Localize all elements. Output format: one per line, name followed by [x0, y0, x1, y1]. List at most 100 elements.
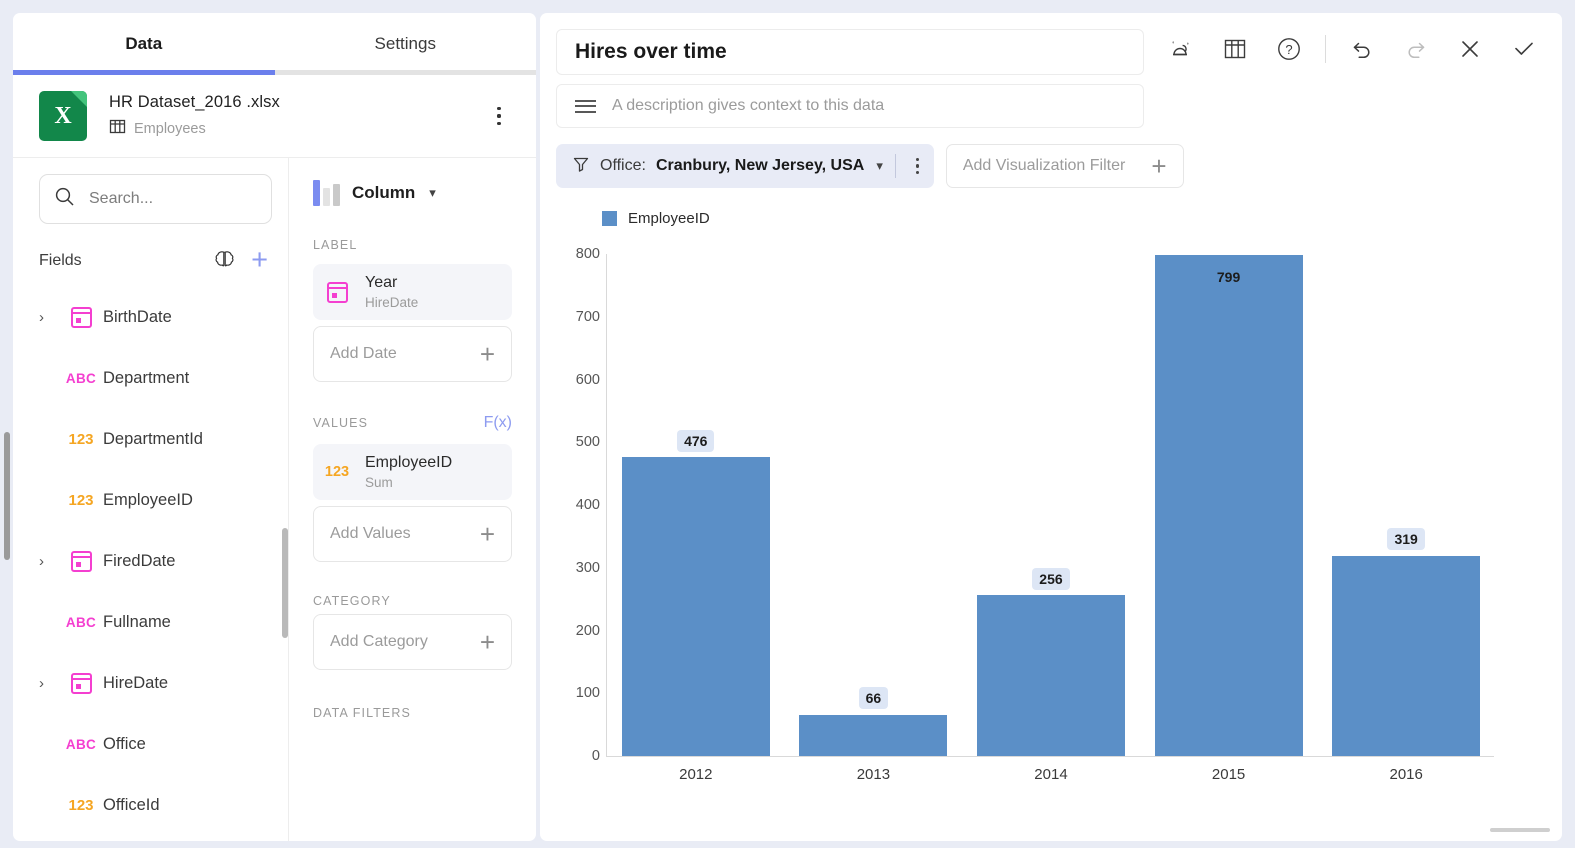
- y-tick: 600: [575, 371, 600, 388]
- dataset-sheet-name: Employees: [134, 120, 206, 137]
- undo-icon[interactable]: [1340, 27, 1384, 71]
- data-filters-section-title: DATA FILTERS: [313, 706, 411, 720]
- redo-icon[interactable]: [1394, 27, 1438, 71]
- number-type-icon: 123: [324, 464, 350, 480]
- values-field-chip[interactable]: 123 EmployeeID Sum: [313, 444, 512, 500]
- visualization-toolbar: ?: [1159, 27, 1546, 71]
- filter-icon: [572, 155, 590, 178]
- add-date-button[interactable]: Add Date +: [313, 326, 512, 382]
- field-label: EmployeeID: [103, 491, 193, 509]
- abc-type-icon: ABC: [65, 615, 97, 630]
- field-label: Department: [103, 369, 190, 387]
- dataset-more-button[interactable]: [488, 103, 510, 129]
- tab-data[interactable]: Data: [13, 13, 275, 75]
- chart-title-input[interactable]: Hires over time: [556, 29, 1144, 75]
- office-filter-chip[interactable]: Office: Cranbury, New Jersey, USA ▾: [556, 144, 934, 188]
- bar-2015[interactable]: [1154, 254, 1303, 756]
- brain-icon[interactable]: [212, 248, 237, 273]
- field-item-office[interactable]: ABC Office: [25, 714, 288, 775]
- y-tick: 0: [591, 748, 600, 764]
- chevron-down-icon[interactable]: ▾: [876, 158, 883, 174]
- data-filters-section-heading: DATA FILTERS: [289, 706, 536, 720]
- chevron-right-icon[interactable]: ›: [39, 675, 59, 692]
- bar-2012[interactable]: [621, 457, 770, 756]
- chevron-right-icon[interactable]: ›: [39, 553, 59, 570]
- calendar-icon: [59, 551, 103, 572]
- bar-2014[interactable]: [976, 595, 1125, 756]
- chart-type-selector[interactable]: Column ▾: [289, 158, 536, 206]
- add-values-button[interactable]: Add Values +: [313, 506, 512, 562]
- chevron-right-icon[interactable]: ›: [39, 309, 59, 326]
- field-item-fireddate[interactable]: › FiredDate: [25, 531, 288, 592]
- add-category-button[interactable]: Add Category +: [313, 614, 512, 670]
- sidebar-split: Search... Fields + › BirthDate ABC Depar…: [13, 157, 536, 841]
- bar-2016[interactable]: [1332, 555, 1481, 756]
- values-chip-subtitle: Sum: [365, 474, 393, 490]
- ai-insight-icon[interactable]: [1159, 27, 1203, 71]
- y-tick: 100: [575, 685, 600, 702]
- x-tick-2014: 2014: [1034, 766, 1068, 783]
- add-field-button[interactable]: +: [251, 246, 270, 275]
- description-icon: [575, 99, 596, 113]
- label-section-title: LABEL: [313, 238, 358, 252]
- bar-slot-2013: 66: [785, 254, 963, 756]
- add-category-label: Add Category: [330, 633, 428, 650]
- number-type-icon: 123: [68, 431, 94, 448]
- label-chip-subtitle: HireDate: [365, 294, 419, 310]
- chart-title-value: Hires over time: [575, 40, 727, 63]
- dataset-row[interactable]: X HR Dataset_2016 .xlsx Employees: [13, 75, 536, 157]
- excel-file-icon: X: [39, 91, 87, 141]
- field-item-birthdate[interactable]: › BirthDate: [25, 287, 288, 348]
- field-item-fullname[interactable]: ABC Fullname: [25, 592, 288, 653]
- field-label: OfficeId: [103, 796, 160, 814]
- chart-legend: EmployeeID: [540, 210, 1562, 227]
- x-tick-2015: 2015: [1211, 766, 1246, 783]
- add-date-label: Add Date: [330, 345, 397, 362]
- field-label: BirthDate: [103, 308, 172, 326]
- column-chart-icon: [313, 180, 340, 206]
- plus-icon: +: [479, 519, 495, 549]
- tab-settings[interactable]: Settings: [275, 13, 537, 75]
- formula-button[interactable]: F(x): [484, 414, 512, 432]
- label-field-chip[interactable]: Year HireDate: [313, 264, 512, 320]
- excel-file-icon-letter: X: [54, 102, 72, 129]
- filter-more-button[interactable]: [908, 157, 928, 175]
- field-label: DepartmentId: [103, 430, 203, 448]
- dataset-sheet-row: Employees: [109, 118, 280, 140]
- field-label: FiredDate: [103, 552, 176, 570]
- close-icon[interactable]: [1448, 27, 1492, 71]
- legend-swatch: [602, 211, 617, 226]
- search-input[interactable]: Search...: [39, 174, 272, 224]
- search-wrapper: Search...: [13, 158, 288, 224]
- filter-value: Cranbury, New Jersey, USA: [655, 157, 865, 174]
- table-icon: [109, 118, 126, 140]
- field-item-department[interactable]: ABC Department: [25, 348, 288, 409]
- add-filter-label: Add Visualization Filter: [962, 157, 1126, 174]
- field-item-hiredate[interactable]: › HireDate: [25, 653, 288, 714]
- sidebar-scrollbar[interactable]: [4, 432, 10, 560]
- chart-bars: 476 66 256 799 319: [607, 254, 1495, 756]
- bar-slot-2012: 476: [607, 254, 785, 756]
- bar-data-label: 256: [1032, 568, 1070, 590]
- field-item-employeeid[interactable]: 123 EmployeeID: [25, 470, 288, 531]
- bar-data-label: 476: [677, 430, 715, 452]
- filter-bar: Office: Cranbury, New Jersey, USA ▾ Add …: [540, 128, 1562, 188]
- check-icon[interactable]: [1502, 27, 1546, 71]
- y-tick: 400: [575, 497, 600, 513]
- field-item-officeid[interactable]: 123 OfficeId: [25, 775, 288, 836]
- chart-plot-area: 800 700 600 500 400 300 200 100 0 476 66…: [540, 246, 1562, 810]
- bar-2013[interactable]: [799, 714, 948, 756]
- field-label: Office: [103, 735, 146, 753]
- add-values-label: Add Values: [330, 525, 411, 542]
- table-icon[interactable]: [1213, 27, 1257, 71]
- filter-divider: [894, 154, 896, 178]
- chart-horizontal-scrollbar[interactable]: [1490, 828, 1550, 832]
- chart-description-placeholder: A description gives context to this data: [612, 97, 885, 114]
- x-tick-2013: 2013: [856, 766, 891, 783]
- tab-settings-label: Settings: [374, 34, 436, 53]
- bar-data-label: 66: [858, 687, 889, 709]
- chart-description-input[interactable]: A description gives context to this data: [556, 84, 1144, 128]
- add-visualization-filter-button[interactable]: Add Visualization Filter +: [945, 144, 1184, 188]
- field-item-departmentid[interactable]: 123 DepartmentId: [25, 409, 288, 470]
- help-icon[interactable]: ?: [1267, 27, 1311, 71]
